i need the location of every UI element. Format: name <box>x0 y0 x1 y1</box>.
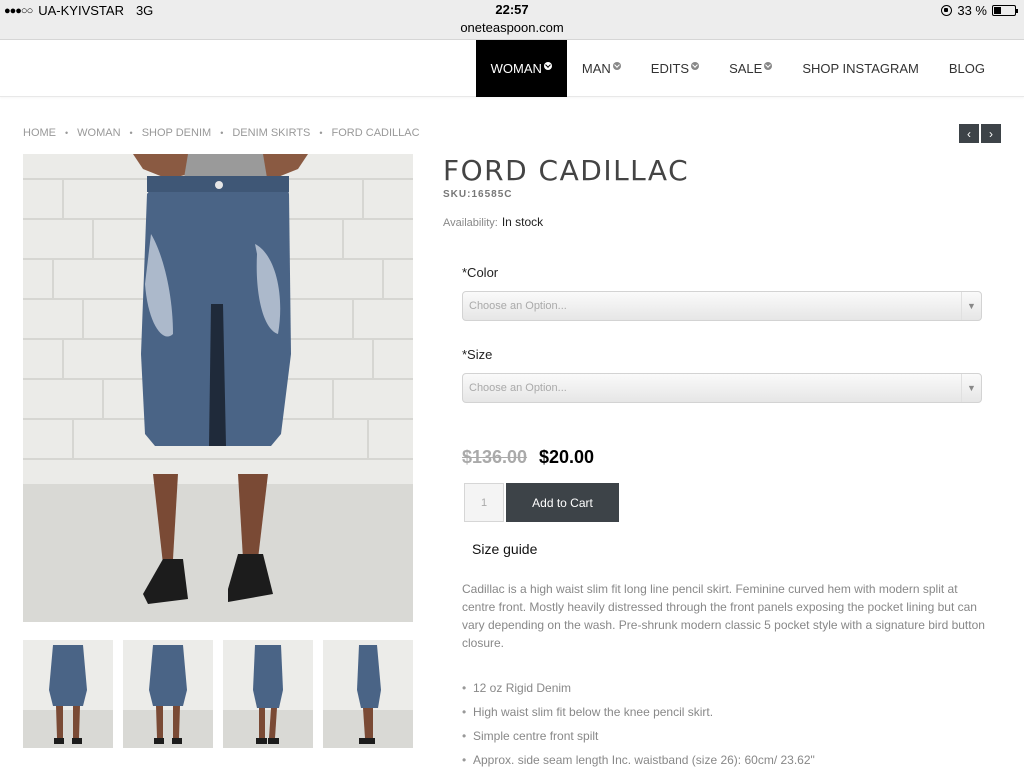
previous-product-button[interactable]: ‹ <box>959 124 979 143</box>
availability: Availability: In stock <box>443 215 543 229</box>
breadcrumb-item[interactable]: SHOP DENIM <box>142 127 211 139</box>
size-select[interactable]: Choose an Option... ▼ <box>462 373 982 403</box>
battery-percent: 33 % <box>957 3 987 18</box>
chevron-down-icon: ▼ <box>961 374 981 402</box>
product-title: FORD CADILLAC <box>443 154 690 187</box>
status-right: 33 % <box>941 3 1018 18</box>
feature-item: High waist slim fit below the knee penci… <box>462 703 987 727</box>
thumbnail-front[interactable] <box>23 640 113 748</box>
product-photo-skirt <box>23 154 413 622</box>
nav-item-label: WOMAN <box>490 61 542 76</box>
product-main-image[interactable] <box>23 154 413 622</box>
breadcrumb-item[interactable]: HOME <box>23 127 56 139</box>
feature-item: Approx. side seam length Inc. waistband … <box>462 751 987 768</box>
nav-item-label: SALE <box>729 61 763 76</box>
original-price: $136.00 <box>462 447 528 467</box>
quantity-input[interactable]: 1 <box>464 483 504 522</box>
ios-status-bar: ●●●○○ UA-KYIVSTAR 3G 22:57 oneteaspoon.c… <box>0 0 1024 40</box>
thumbnail-photo <box>23 645 113 748</box>
product-sku: SKU:16585C <box>443 189 513 200</box>
breadcrumb-separator: • <box>319 128 323 138</box>
product-description: Cadillac is a high waist slim fit long l… <box>462 582 985 650</box>
feature-item: 12 oz Rigid Denim <box>462 679 987 703</box>
color-label: *Color <box>462 265 499 280</box>
thumbnail-photo <box>223 645 313 748</box>
thumbnail-side[interactable] <box>323 640 413 748</box>
battery-icon <box>992 5 1018 16</box>
nav-item-shop-instagram[interactable]: SHOP INSTAGRAM <box>787 40 934 97</box>
nav-item-sale[interactable]: SALE <box>714 40 787 97</box>
nav-menu: WOMAN MAN EDITS SALE SHOP INSTAGRAM BLOG <box>475 40 1000 97</box>
size-select-value: Choose an Option... <box>469 382 567 394</box>
chevron-down-icon <box>543 61 552 70</box>
address-bar-url[interactable]: oneteaspoon.com <box>0 20 1024 35</box>
breadcrumb-item: FORD CADILLAC <box>331 127 420 139</box>
thumbnail-angle[interactable] <box>223 640 313 748</box>
chevron-down-icon <box>691 61 700 70</box>
size-guide-link[interactable]: Size guide <box>472 541 537 557</box>
color-select-value: Choose an Option... <box>469 300 567 312</box>
availability-label: Availability: <box>443 217 498 229</box>
thumbnail-photo <box>123 645 213 748</box>
product-pager: ‹ › <box>959 124 1001 143</box>
thumbnail-photo <box>323 645 413 748</box>
chevron-down-icon <box>764 61 773 70</box>
breadcrumb-separator: • <box>129 128 133 138</box>
feature-item: Simple centre front spilt <box>462 727 987 751</box>
breadcrumb: HOME • WOMAN • SHOP DENIM • DENIM SKIRTS • FORD … <box>23 127 420 139</box>
nav-item-label: BLOG <box>948 61 985 76</box>
nav-item-blog[interactable]: BLOG <box>934 40 1000 97</box>
nav-item-label: EDITS <box>650 61 690 76</box>
clock: 22:57 <box>495 2 529 17</box>
size-label: *Size <box>462 347 493 362</box>
nav-item-edits[interactable]: EDITS <box>636 40 714 97</box>
product-features: 12 oz Rigid DenimHigh waist slim fit bel… <box>462 679 987 768</box>
breadcrumb-separator: • <box>220 128 224 138</box>
sale-price: $20.00 <box>539 447 595 467</box>
add-to-cart-button[interactable]: Add to Cart <box>506 483 619 522</box>
nav-item-label: SHOP INSTAGRAM <box>802 61 919 76</box>
nav-item-label: MAN <box>581 61 611 76</box>
breadcrumb-item[interactable]: DENIM SKIRTS <box>232 127 310 139</box>
color-select[interactable]: Choose an Option... ▼ <box>462 291 982 321</box>
nav-item-man[interactable]: MAN <box>567 40 636 97</box>
breadcrumb-item[interactable]: WOMAN <box>77 127 120 139</box>
orientation-lock-icon <box>941 5 953 16</box>
thumbnail-front-2[interactable] <box>123 640 213 748</box>
nav-item-woman[interactable]: WOMAN <box>475 40 567 97</box>
availability-value: In stock <box>501 215 544 229</box>
next-product-button[interactable]: › <box>981 124 1001 143</box>
chevron-down-icon <box>612 61 621 70</box>
battery-fill <box>994 7 1001 14</box>
main-navigation: WOMAN MAN EDITS SALE SHOP INSTAGRAM BLOG <box>0 40 1024 97</box>
chevron-down-icon: ▼ <box>961 292 981 320</box>
product-thumbnails <box>23 640 413 748</box>
breadcrumb-separator: • <box>65 128 69 138</box>
